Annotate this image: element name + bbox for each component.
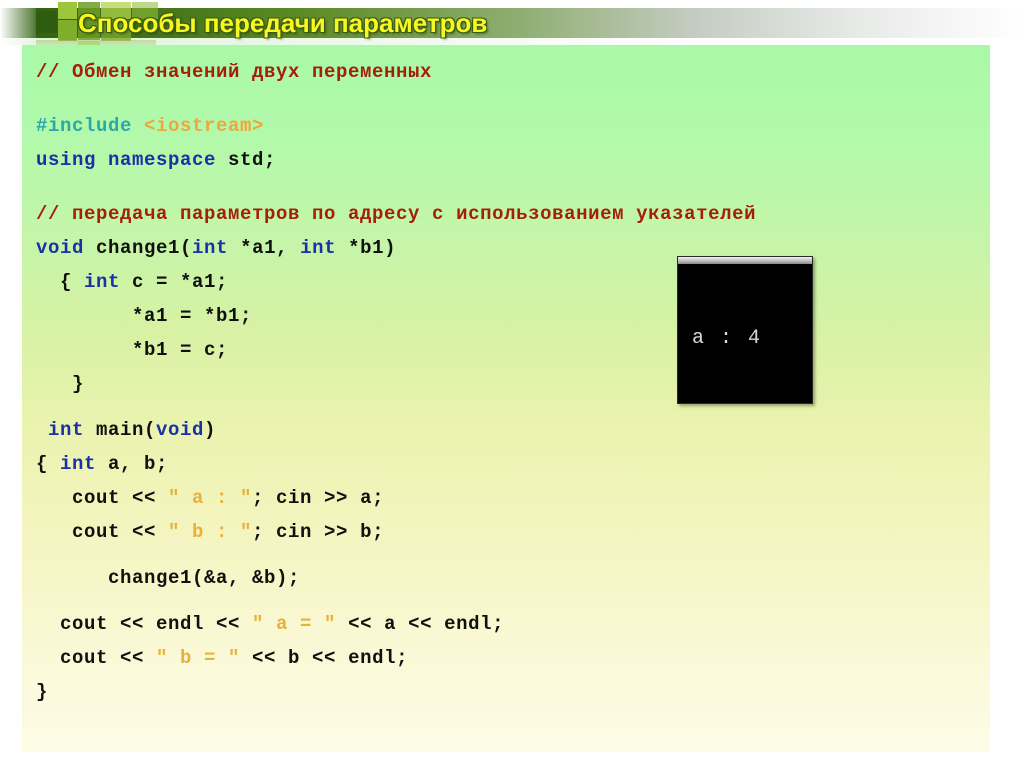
keyword-token: int [36, 419, 85, 441]
plain-token: cout << [36, 521, 169, 543]
string-token: " a = " [252, 613, 337, 635]
code-line-blank-1 [22, 89, 990, 109]
code-line-blank-3 [22, 401, 990, 413]
plain-token: *a1 = *b1; [36, 305, 253, 327]
slide-header-banner: Способы передачи параметров [0, 0, 1024, 45]
code-line-call-change1: change1(&a, &b); [22, 561, 990, 595]
string-token: " a : " [168, 487, 253, 509]
code-line-include: #include <iostream> [22, 109, 990, 143]
plain-token: change1( [84, 237, 193, 259]
string-token: " b : " [168, 521, 253, 543]
keyword-token: void [36, 237, 85, 259]
console-titlebar [678, 257, 812, 264]
keyword-token: int [84, 271, 121, 293]
keyword-token: int [192, 237, 229, 259]
plain-token: { [36, 453, 61, 475]
plain-token: } [36, 681, 49, 703]
keyword-token: int [60, 453, 97, 475]
decor-square-1 [34, 11, 57, 33]
comment-token: // передача параметров по адресу с испол… [36, 203, 757, 225]
plain-token: *b1 = c; [36, 339, 229, 361]
code-line-using-namespace: using namespace std; [22, 143, 990, 177]
header-name-token: <iostream> [144, 115, 265, 137]
plain-token: { [36, 271, 85, 293]
plain-token: cout << [36, 647, 157, 669]
plain-token: a, b; [96, 453, 169, 475]
code-line-blank-4 [22, 549, 990, 561]
console-line-a-input: a : 4 [692, 327, 763, 350]
code-line-output-b: cout << " b = " << b << endl; [22, 641, 990, 675]
code-line-output-a: cout << endl << " a = " << a << endl; [22, 607, 990, 641]
plain-token: ) [204, 419, 217, 441]
plain-token: << a << endl; [336, 613, 505, 635]
code-line-change1-signature: void change1(int *a1, int *b1) [22, 231, 990, 265]
console-output-body: a : 4 b : 6 a = 6 b = 4 [678, 264, 812, 403]
decor-square-2 [58, 2, 77, 19]
decor-left-fade [0, 0, 36, 45]
plain-token: } [36, 373, 85, 395]
comment-token: // Обмен значений двух переменных [36, 61, 433, 83]
code-listing-panel: // Обмен значений двух переменных #inclu… [22, 45, 990, 752]
keyword-token: using namespace [36, 149, 217, 171]
console-output-window: a : 4 b : 6 a = 6 b = 4 [677, 256, 813, 404]
plain-token: cout << [36, 487, 169, 509]
slide-canvas: Способы передачи параметров // Обмен зна… [0, 0, 1024, 767]
plain-token: change1(&a, &b); [36, 567, 301, 589]
plain-token: c = *a1; [120, 271, 229, 293]
preprocessor-token: #include [36, 115, 145, 137]
page-title: Способы передачи параметров [78, 8, 488, 38]
decor-square-3 [58, 20, 77, 41]
code-line-input-b: cout << " b : "; cin >> b; [22, 515, 990, 549]
code-line-assign-b1: *b1 = c; [22, 333, 990, 367]
keyword-token: int [300, 237, 337, 259]
plain-token: *a1, [228, 237, 301, 259]
code-line-close-change1: } [22, 367, 990, 401]
plain-token: << b << endl; [240, 647, 409, 669]
string-token: " b = " [156, 647, 241, 669]
plain-token: ; cin >> b; [252, 521, 385, 543]
plain-token: std; [216, 149, 277, 171]
code-line-declare-ab: { int a, b; [22, 447, 990, 481]
code-line-comment-swap: // Обмен значений двух переменных [22, 55, 990, 89]
code-line-assign-a1: *a1 = *b1; [22, 299, 990, 333]
code-line-comment-pointers: // передача параметров по адресу с испол… [22, 197, 990, 231]
code-line-blank-5 [22, 595, 990, 607]
plain-token: *b1) [336, 237, 397, 259]
plain-token: main( [84, 419, 157, 441]
keyword-token: void [156, 419, 205, 441]
code-line-input-a: cout << " a : "; cin >> a; [22, 481, 990, 515]
code-line-declare-c: { int c = *a1; [22, 265, 990, 299]
plain-token: cout << endl << [36, 613, 253, 635]
code-line-main-signature: int main(void) [22, 413, 990, 447]
plain-token: ; cin >> a; [252, 487, 385, 509]
code-line-close-main: } [22, 675, 990, 709]
code-line-blank-2 [22, 177, 990, 197]
